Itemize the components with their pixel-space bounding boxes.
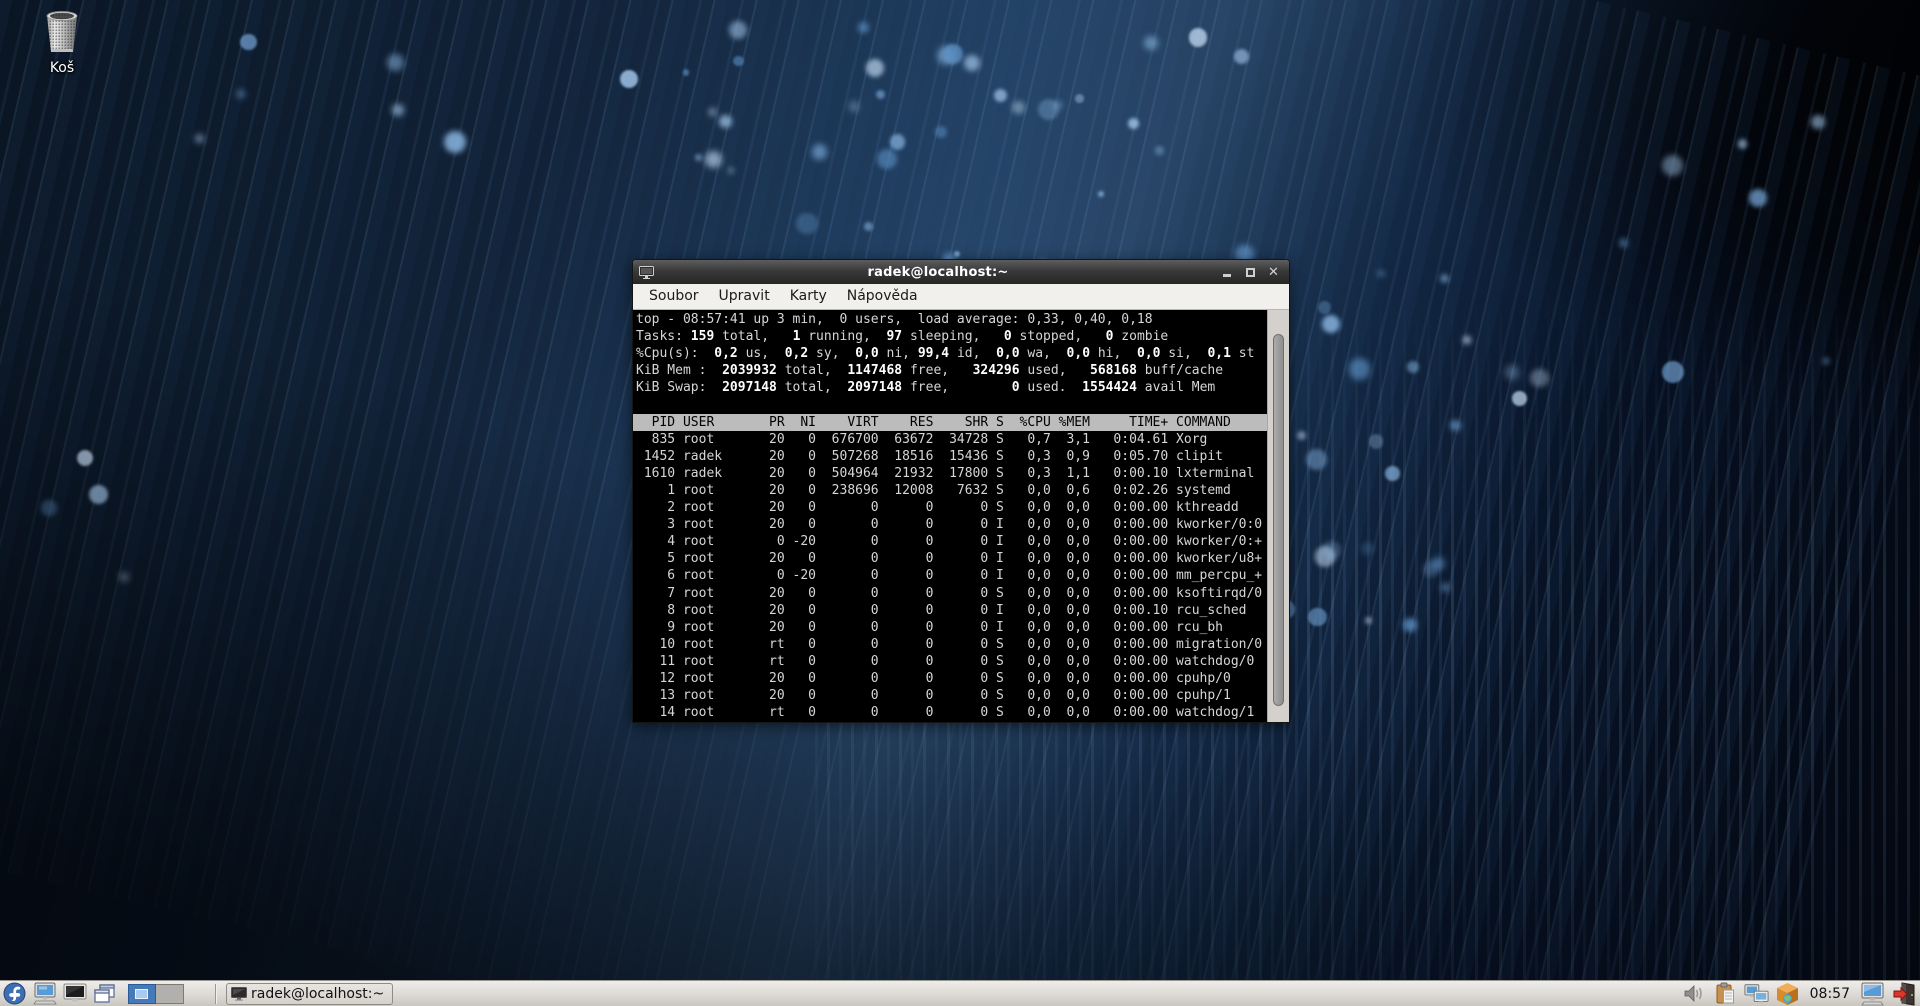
- task-monitor-icon: [231, 987, 247, 1001]
- process-table-row: 6 root 0 -20 0 0 0 I 0,0 0,0 0:00.00 mm_…: [636, 567, 1267, 584]
- process-table-row: 1610 radek 20 0 504964 21932 17800 S 0,3…: [636, 465, 1267, 482]
- maximize-button-icon[interactable]: [1245, 267, 1256, 278]
- terminal-summary-line: top - 08:57:41 up 3 min, 0 users, load a…: [636, 311, 1267, 328]
- logout-door-icon: [1892, 982, 1916, 1006]
- package-icon: [1775, 982, 1800, 1006]
- terminal-summary-line: KiB Mem : 2039932 total, 1147468 free, 3…: [636, 362, 1267, 379]
- iconify-windows-button[interactable]: [92, 982, 117, 1006]
- process-table-row: 5 root 20 0 0 0 0 I 0,0 0,0 0:00.00 kwor…: [636, 550, 1267, 567]
- terminal-screen[interactable]: top - 08:57:41 up 3 min, 0 users, load a…: [633, 310, 1267, 722]
- process-table-row: 7 root 20 0 0 0 0 S 0,0 0,0 0:00.00 ksof…: [636, 585, 1267, 602]
- pager-desktop-1[interactable]: [128, 984, 156, 1004]
- logout-tray-icon[interactable]: [1891, 982, 1916, 1006]
- process-table-row: 835 root 20 0 676700 63672 34728 S 0,7 3…: [636, 431, 1267, 448]
- clipboard-tray-icon[interactable]: [1713, 982, 1738, 1006]
- network-tray-icon[interactable]: [1744, 982, 1769, 1006]
- terminal-summary-line: KiB Swap: 2097148 total, 2097148 free, 0…: [636, 379, 1267, 396]
- window-titlebar[interactable]: radek@localhost:~ ✕: [633, 260, 1289, 284]
- desktop-pager: [128, 984, 184, 1004]
- network-computers-icon: [1744, 983, 1769, 1005]
- scrollbar-thumb[interactable]: [1273, 334, 1284, 706]
- process-table-row: 1452 radek 20 0 507268 18516 15436 S 0,3…: [636, 448, 1267, 465]
- file-manager-launcher[interactable]: [32, 982, 57, 1006]
- taskbar-clock[interactable]: 08:57: [1806, 986, 1854, 1002]
- process-table-row: 10 root rt 0 0 0 0 S 0,0 0,0 0:00.00 mig…: [636, 636, 1267, 653]
- terminal-summary-line: Tasks: 159 total, 1 running, 97 sleeping…: [636, 328, 1267, 345]
- process-table-row: 8 root 20 0 0 0 0 I 0,0 0,0 0:00.10 rcu_…: [636, 602, 1267, 619]
- terminal-launcher[interactable]: [62, 982, 87, 1006]
- trash-icon: [40, 8, 84, 54]
- clipboard-icon: [1714, 982, 1736, 1005]
- desktop: Koš radek@localhost:~ ✕ Soubor Upravit K…: [0, 0, 1920, 1006]
- process-table-row: 1 root 20 0 238696 12008 7632 S 0,0 0,6 …: [636, 482, 1267, 499]
- minimize-button-icon[interactable]: [1222, 267, 1233, 278]
- computer-icon: [33, 982, 57, 1005]
- dark-monitor-icon: [63, 983, 87, 1005]
- task-button-terminal[interactable]: radek@localhost:~: [226, 983, 393, 1005]
- fedora-logo-icon: [3, 982, 26, 1005]
- taskbar-separator: [215, 984, 217, 1004]
- menu-napoveda[interactable]: Nápověda: [837, 284, 928, 309]
- terminal-summary-line: %Cpu(s): 0,2 us, 0,2 sy, 0,0 ni, 99,4 id…: [636, 345, 1267, 362]
- process-table-row: 14 root rt 0 0 0 0 S 0,0 0,0 0:00.00 wat…: [636, 704, 1267, 721]
- terminal-scrollbar[interactable]: [1267, 310, 1289, 722]
- process-table-row: 12 root 20 0 0 0 0 S 0,0 0,0 0:00.00 cpu…: [636, 670, 1267, 687]
- terminal-blank-line: [636, 396, 1267, 413]
- menu-button[interactable]: [2, 982, 27, 1006]
- volume-tray-icon[interactable]: [1682, 982, 1707, 1006]
- pager-desktop-2[interactable]: [156, 984, 184, 1004]
- pager-mini-window: [135, 989, 148, 999]
- terminal-window: radek@localhost:~ ✕ Soubor Upravit Karty…: [632, 259, 1290, 723]
- process-table-header: PID USER PR NI VIRT RES SHR S %CPU %MEM …: [633, 414, 1267, 431]
- menu-karty[interactable]: Karty: [780, 284, 837, 309]
- menu-soubor[interactable]: Soubor: [639, 284, 709, 309]
- close-button-icon[interactable]: ✕: [1268, 267, 1279, 278]
- software-update-tray-icon[interactable]: [1775, 982, 1800, 1006]
- window-icon: [639, 266, 654, 279]
- process-table-row: 13 root 20 0 0 0 0 S 0,0 0,0 0:00.00 cpu…: [636, 687, 1267, 704]
- menu-bar: Soubor Upravit Karty Nápověda: [633, 284, 1289, 310]
- process-table-row: 3 root 20 0 0 0 0 I 0,0 0,0 0:00.00 kwor…: [636, 516, 1267, 533]
- process-table-row: 9 root 20 0 0 0 0 I 0,0 0,0 0:00.00 rcu_…: [636, 619, 1267, 636]
- display-settings-tray-icon[interactable]: [1860, 982, 1885, 1006]
- process-table-row: 4 root 0 -20 0 0 0 I 0,0 0,0 0:00.00 kwo…: [636, 533, 1267, 550]
- process-table-row: 2 root 20 0 0 0 0 S 0,0 0,0 0:00.00 kthr…: [636, 499, 1267, 516]
- overlapping-windows-icon: [93, 983, 117, 1005]
- speaker-icon: [1682, 983, 1706, 1004]
- menu-upravit[interactable]: Upravit: [709, 284, 780, 309]
- task-button-label: radek@localhost:~: [251, 986, 384, 1002]
- window-title: radek@localhost:~: [654, 265, 1222, 280]
- trash-desktop-icon[interactable]: Koš: [22, 8, 102, 76]
- process-table-row: 11 root rt 0 0 0 0 S 0,0 0,0 0:00.00 wat…: [636, 653, 1267, 670]
- trash-label: Koš: [22, 60, 102, 76]
- terminal-area: top - 08:57:41 up 3 min, 0 users, load a…: [633, 310, 1289, 722]
- monitor-keyboard-icon: [1860, 982, 1885, 1006]
- taskbar: radek@localhost:~: [0, 980, 1920, 1006]
